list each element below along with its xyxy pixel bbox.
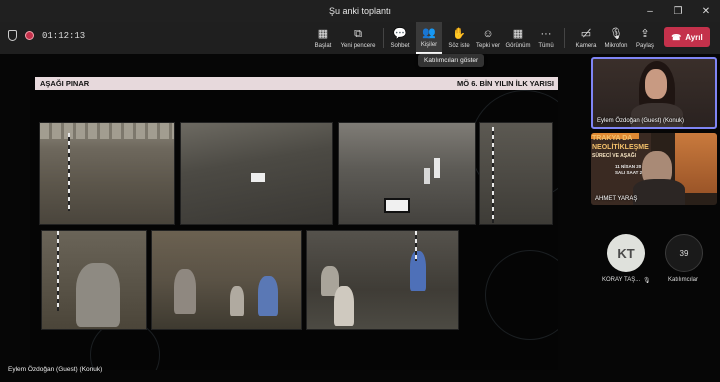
archaeologist bbox=[258, 276, 278, 316]
raise-hand-button[interactable]: ✋ Söz iste bbox=[446, 22, 472, 54]
recording-icon[interactable] bbox=[25, 31, 34, 40]
window-title: Şu anki toplantı bbox=[328, 6, 392, 16]
mic-off-icon: 🎙 bbox=[609, 27, 623, 40]
archaeologist bbox=[410, 251, 426, 291]
measuring-pole bbox=[68, 133, 70, 211]
start-label: Başlat bbox=[314, 42, 332, 49]
chat-button[interactable]: 💬 Sohbet bbox=[388, 22, 412, 54]
participants-overflow-button[interactable]: 39 bbox=[665, 234, 703, 272]
poster-text: NEOLİTİKLEŞME bbox=[592, 144, 649, 151]
stone-wall bbox=[40, 123, 174, 139]
minimize-icon[interactable]: – bbox=[636, 0, 664, 22]
title-bar: Şu anki toplantı – ❐ ✕ bbox=[0, 0, 720, 22]
slide-header: AŞAĞI PINAR MÖ 6. BİN YILIN İLK YARISI bbox=[35, 77, 558, 90]
share-icon: ⇪ bbox=[640, 27, 650, 40]
toolbar-divider bbox=[564, 28, 565, 48]
participant-name: Eylem Özdoğan (Guest) (Konuk) bbox=[597, 118, 685, 124]
participant-video-tile[interactable]: TRAKYA DA NEOLİTİKLEŞME SÜRECİ VE AŞAĞI … bbox=[591, 133, 717, 205]
camera-button[interactable]: ▭̸ Kamera bbox=[574, 22, 598, 54]
slide-title-right: MÖ 6. BİN YILIN İLK YARISI bbox=[457, 79, 554, 88]
archaeologist bbox=[174, 269, 196, 314]
section-label bbox=[384, 198, 410, 213]
more-button[interactable]: ··· Tümü bbox=[536, 22, 556, 54]
camera-label: Kamera bbox=[575, 42, 597, 49]
meeting-timer: 01:12:13 bbox=[42, 30, 86, 41]
toolbar-divider bbox=[383, 28, 384, 48]
view-label: Görünüm bbox=[505, 42, 531, 49]
sample-bottle bbox=[434, 158, 440, 178]
maximize-icon[interactable]: ❐ bbox=[664, 0, 692, 22]
view-button[interactable]: ▦ Görünüm bbox=[504, 22, 532, 54]
poster-text: TRAKYA DA bbox=[592, 135, 633, 142]
leave-label: Ayrıl bbox=[685, 32, 703, 42]
mic-off-icon: 🎙 bbox=[643, 278, 651, 284]
people-button[interactable]: 👥 Kişiler bbox=[416, 22, 442, 54]
reaction-icon: ☺ bbox=[482, 27, 494, 40]
react-label: Tepki ver bbox=[475, 42, 500, 49]
participant-name: KORAY TAŞ... bbox=[602, 277, 641, 283]
new-window-icon: ⧉ bbox=[354, 27, 362, 40]
participant-body bbox=[631, 103, 683, 127]
start-button[interactable]: ▦ Başlat bbox=[310, 22, 336, 54]
poster-text: SÜRECİ VE AŞAĞI bbox=[592, 153, 636, 159]
participant-video-tile[interactable]: Eylem Özdoğan (Guest) (Konuk) bbox=[591, 57, 717, 129]
measuring-pole bbox=[57, 231, 59, 311]
slide-title-left: AŞAĞI PINAR bbox=[40, 79, 90, 88]
meeting-info: 01:12:13 bbox=[8, 30, 85, 41]
archaeologist bbox=[230, 286, 244, 316]
excavation-photo-1 bbox=[39, 122, 175, 225]
share-label: Paylaş bbox=[635, 42, 654, 49]
tooltip: Katılımcıları göster bbox=[418, 54, 485, 67]
decorative-circle bbox=[485, 250, 558, 340]
more-icon: ··· bbox=[540, 27, 552, 40]
participant-body bbox=[633, 179, 685, 205]
excavation-photo-5 bbox=[41, 230, 147, 330]
sample-bottle bbox=[424, 168, 430, 184]
participant-name: AHMET YARAŞ bbox=[595, 196, 638, 202]
presenter-name-label: Eylem Özdoğan (Guest) (Konuk) bbox=[8, 366, 103, 373]
react-button[interactable]: ☺ Tepki ver bbox=[474, 22, 502, 54]
chat-icon: 💬 bbox=[393, 27, 407, 40]
close-icon[interactable]: ✕ bbox=[692, 0, 720, 22]
people-label: Kişiler bbox=[420, 41, 438, 48]
new-window-button[interactable]: ⧉ Yeni pencere bbox=[338, 22, 378, 54]
mic-label: Mikrofon bbox=[604, 42, 628, 49]
raise-hand-label: Söz iste bbox=[448, 42, 470, 49]
sample-label bbox=[251, 173, 265, 182]
excavation-photo-4 bbox=[479, 122, 553, 225]
participant-face bbox=[645, 69, 667, 99]
archaeologist bbox=[334, 286, 354, 326]
shield-icon[interactable] bbox=[8, 30, 17, 41]
excavation-photo-2 bbox=[180, 122, 333, 225]
camera-off-icon: ▭̸ bbox=[580, 27, 592, 40]
mic-button[interactable]: 🎙 Mikrofon bbox=[603, 22, 629, 54]
measuring-pole bbox=[492, 127, 494, 223]
participant-avatar[interactable]: KT bbox=[607, 234, 645, 272]
more-label: Tümü bbox=[538, 42, 554, 49]
excavation-photo-6 bbox=[151, 230, 302, 330]
app-icon: ▦ bbox=[317, 27, 329, 40]
excavation-photo-3 bbox=[338, 122, 476, 225]
leave-button[interactable]: ☎ Ayrıl bbox=[664, 27, 710, 47]
view-icon: ▦ bbox=[512, 27, 524, 40]
hangup-icon: ☎ bbox=[671, 32, 682, 42]
window-controls: – ❐ ✕ bbox=[636, 0, 720, 22]
measuring-pole bbox=[415, 231, 417, 261]
archaeologist bbox=[76, 263, 120, 327]
participants-overflow-label: Katılımcılar bbox=[668, 277, 699, 283]
meeting-toolbar: 01:12:13 ▦ Başlat ⧉ Yeni pencere 💬 Sohbe… bbox=[0, 22, 720, 54]
new-window-label: Yeni pencere bbox=[340, 42, 376, 49]
share-button[interactable]: ⇪ Paylaş bbox=[634, 22, 656, 54]
excavation-photo-7 bbox=[306, 230, 459, 330]
poster-text: SALI SAAT 2 bbox=[615, 170, 643, 175]
chat-label: Sohbet bbox=[390, 42, 410, 49]
shared-slide: AŞAĞI PINAR MÖ 6. BİN YILIN İLK YARISI bbox=[30, 70, 558, 370]
people-icon: 👥 bbox=[422, 26, 436, 39]
raise-hand-icon: ✋ bbox=[452, 27, 466, 40]
